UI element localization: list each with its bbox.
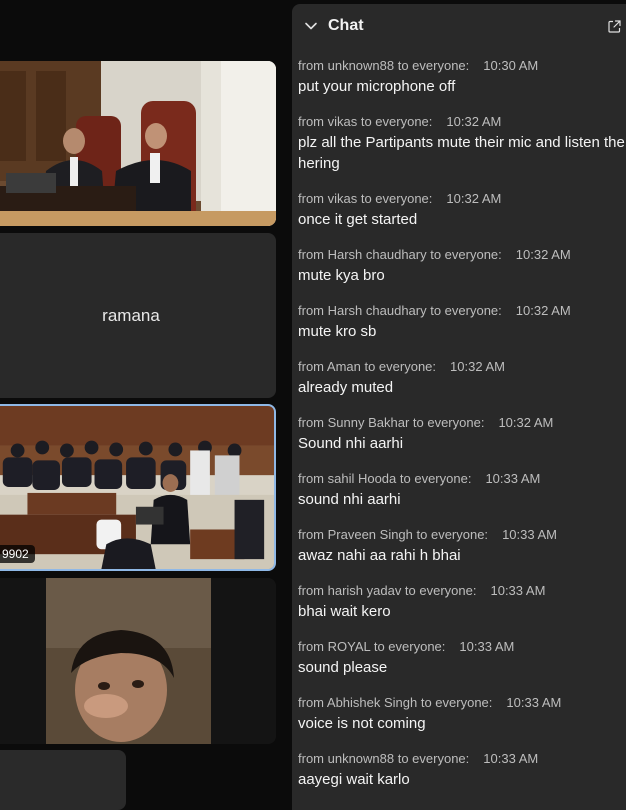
message-sender: from Sunny Bakhar to everyone: bbox=[298, 415, 485, 430]
message-sender: from Harsh chaudhary to everyone: bbox=[298, 303, 502, 318]
message-text: voice is not coming bbox=[298, 715, 426, 732]
chevron-down-icon[interactable] bbox=[304, 19, 318, 33]
message-text: mute kya bro bbox=[298, 267, 385, 284]
video-tile-ramana[interactable]: ramana bbox=[0, 233, 276, 398]
message-text: plz all the Partipants mute their mic an… bbox=[298, 134, 625, 172]
message-time: 10:32 AM bbox=[446, 191, 502, 206]
message-time: 10:33 AM bbox=[483, 751, 539, 766]
participant-name-tag: 9902 bbox=[0, 545, 35, 563]
video-tile-courtroom[interactable]: 9902 bbox=[0, 404, 276, 571]
message-sender: from Harsh chaudhary to everyone: bbox=[298, 247, 502, 262]
chat-panel: Chat from unknown88 to everyone: 10:30 AM… bbox=[292, 4, 626, 810]
participant-video-feed bbox=[0, 578, 276, 744]
message-time: 10:32 AM bbox=[446, 114, 502, 129]
participant-name: ramana bbox=[102, 305, 160, 325]
message-text: awaz nahi aa rahi h bhai bbox=[298, 547, 461, 564]
message-text: sound please bbox=[298, 659, 388, 676]
message-text: already muted bbox=[298, 379, 394, 396]
message-time: 10:33 AM bbox=[485, 471, 541, 486]
message-text: mute kro sb bbox=[298, 323, 377, 340]
message-sender: from sahil Hooda to everyone: bbox=[298, 471, 472, 486]
chat-message: from unknown88 to everyone: 10:30 AM put … bbox=[298, 56, 626, 112]
chat-message: from Harsh chaudhary to everyone: 10:32 A… bbox=[298, 301, 626, 357]
chat-message: from Praveen Singh to everyone: 10:33 AM … bbox=[298, 525, 626, 581]
courtroom-video-feed bbox=[0, 406, 274, 569]
message-time: 10:33 AM bbox=[490, 583, 546, 598]
chat-message: from Aman to everyone: 10:32 AM already m… bbox=[298, 357, 626, 413]
judges-video-feed bbox=[0, 61, 276, 226]
message-text: sound nhi aarhi bbox=[298, 491, 401, 508]
message-sender: from ROYAL to everyone: bbox=[298, 639, 446, 654]
message-sender: from Aman to everyone: bbox=[298, 359, 437, 374]
video-tile-participant[interactable] bbox=[0, 578, 276, 744]
chat-message: from Harsh chaudhary to everyone: 10:32 A… bbox=[298, 245, 626, 301]
message-text: Sound nhi aarhi bbox=[298, 435, 404, 452]
chat-message: from Sunny Bakhar to everyone: 10:32 AM S… bbox=[298, 413, 626, 469]
chat-message: from sahil Hooda to everyone: 10:33 AM so… bbox=[298, 469, 626, 525]
message-sender: from vikas to everyone: bbox=[298, 191, 433, 206]
chat-message: from vikas to everyone: 10:32 AM once it … bbox=[298, 189, 626, 245]
message-sender: from unknown88 to everyone: bbox=[298, 58, 470, 73]
message-time: 10:32 AM bbox=[515, 303, 571, 318]
message-time: 10:30 AM bbox=[483, 58, 539, 73]
video-tile-judges[interactable] bbox=[0, 61, 276, 226]
message-time: 10:32 AM bbox=[498, 415, 554, 430]
message-text: aayegi wait karlo bbox=[298, 771, 410, 788]
chat-message: from vikas to everyone: 10:32 AM plz all … bbox=[298, 112, 626, 189]
message-sender: from Abhishek Singh to everyone: bbox=[298, 695, 493, 710]
message-time: 10:32 AM bbox=[515, 247, 571, 262]
chat-header: Chat bbox=[292, 4, 626, 50]
popout-icon[interactable] bbox=[608, 20, 621, 33]
message-sender: from vikas to everyone: bbox=[298, 114, 433, 129]
chat-message-list[interactable]: from unknown88 to everyone: 10:30 AM put … bbox=[298, 56, 626, 805]
message-time: 10:33 AM bbox=[506, 695, 562, 710]
chat-message: from ROYAL to everyone: 10:33 AM sound pl… bbox=[298, 637, 626, 693]
message-sender: from unknown88 to everyone: bbox=[298, 751, 470, 766]
message-text: put your microphone off bbox=[298, 78, 456, 95]
video-tile-partial[interactable] bbox=[0, 750, 126, 810]
message-time: 10:32 AM bbox=[450, 359, 505, 374]
message-time: 10:33 AM bbox=[459, 639, 515, 654]
chat-title: Chat bbox=[328, 17, 364, 34]
message-sender: from Praveen Singh to everyone: bbox=[298, 527, 489, 542]
chat-message: from unknown88 to everyone: 10:33 AM aaye… bbox=[298, 749, 626, 805]
message-time: 10:33 AM bbox=[502, 527, 557, 542]
chat-message: from Abhishek Singh to everyone: 10:33 AM… bbox=[298, 693, 626, 749]
message-text: once it get started bbox=[298, 211, 418, 228]
message-text: bhai wait kero bbox=[298, 603, 391, 620]
message-sender: from harish yadav to everyone: bbox=[298, 583, 477, 598]
chat-message: from harish yadav to everyone: 10:33 AM b… bbox=[298, 581, 626, 637]
